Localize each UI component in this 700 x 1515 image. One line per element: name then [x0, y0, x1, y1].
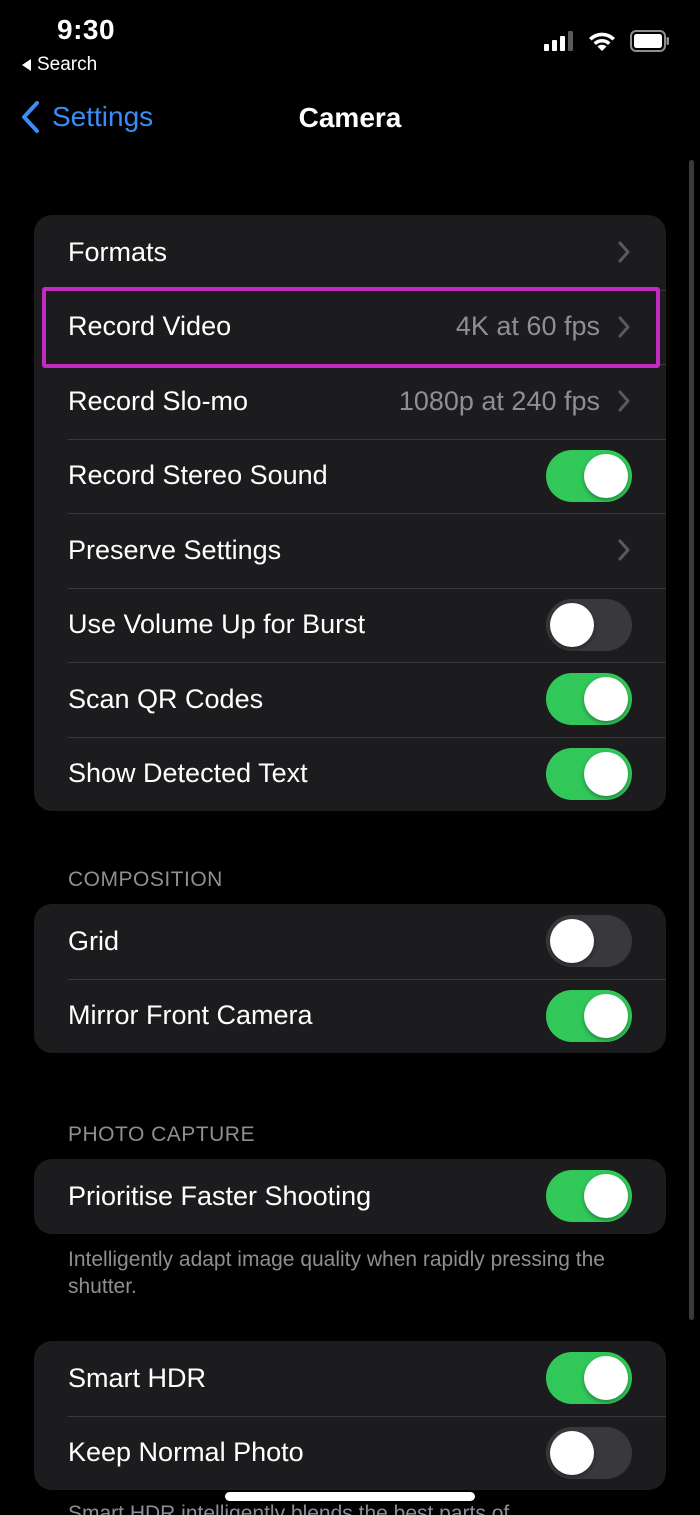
wifi-icon: [589, 32, 615, 51]
keep-normal-photo-row: Keep Normal Photo: [34, 1415, 666, 1491]
back-to-app-label: Search: [37, 54, 98, 75]
mirror-front-camera-toggle[interactable]: [546, 989, 632, 1042]
hdr-footnote: Smart HDR intelligently blends the best …: [68, 1502, 510, 1515]
formats-row[interactable]: Formats: [34, 215, 666, 290]
smart-hdr-label: Smart HDR: [68, 1362, 207, 1393]
chevron-right-icon: [618, 539, 630, 561]
toggle-knob: [584, 677, 628, 722]
record-video-row[interactable]: Record Video 4K at 60 fps: [34, 289, 666, 365]
toggle-knob: [584, 453, 628, 498]
record-slomo-label: Record Slo-mo: [68, 385, 249, 416]
toggle-knob: [584, 751, 628, 796]
record-stereo-sound-toggle[interactable]: [546, 449, 632, 502]
volume-up-burst-label: Use Volume Up for Burst: [68, 609, 366, 640]
smart-hdr-toggle[interactable]: [546, 1352, 632, 1405]
show-detected-text-toggle[interactable]: [546, 747, 632, 800]
volume-up-burst-toggle[interactable]: [546, 598, 632, 651]
keep-normal-photo-label: Keep Normal Photo: [68, 1437, 304, 1468]
chevron-right-icon: [618, 390, 630, 412]
prioritise-faster-shooting-row: Prioritise Faster Shooting: [34, 1159, 666, 1234]
toggle-knob: [584, 993, 628, 1038]
toggle-knob: [584, 1174, 628, 1219]
record-slomo-value: 1080p at 240 fps: [398, 385, 600, 416]
record-stereo-sound-label: Record Stereo Sound: [68, 460, 328, 491]
formats-label: Formats: [68, 236, 168, 267]
status-time: 9:30: [57, 14, 116, 45]
back-to-app-link[interactable]: Search: [22, 54, 97, 76]
hdr-group: Smart HDR Keep Normal Photo: [34, 1341, 666, 1490]
toggle-knob: [584, 1356, 628, 1401]
photo-capture-group: Prioritise Faster Shooting: [34, 1159, 666, 1234]
back-triangle-icon: [22, 59, 31, 71]
chevron-right-icon: [618, 316, 630, 338]
home-indicator[interactable]: [225, 1492, 475, 1501]
prioritise-faster-shooting-toggle[interactable]: [546, 1170, 632, 1223]
scroll-indicator[interactable]: [689, 160, 694, 1320]
page-title: Camera: [298, 102, 402, 133]
keep-normal-photo-toggle[interactable]: [546, 1426, 632, 1479]
show-detected-text-row: Show Detected Text: [34, 736, 666, 812]
record-slomo-row[interactable]: Record Slo-mo 1080p at 240 fps: [34, 364, 666, 439]
show-detected-text-label: Show Detected Text: [68, 758, 308, 789]
record-video-label: Record Video: [68, 311, 232, 342]
grid-toggle[interactable]: [546, 915, 632, 968]
volume-up-burst-row: Use Volume Up for Burst: [34, 587, 666, 663]
toggle-knob: [550, 1430, 594, 1475]
composition-group: Grid Mirror Front Camera: [34, 904, 666, 1053]
toggle-knob: [550, 602, 594, 647]
photo-capture-section-header: PHOTO CAPTURE: [68, 1123, 255, 1146]
preserve-settings-label: Preserve Settings: [68, 534, 282, 565]
chevron-right-icon: [618, 241, 630, 263]
scan-qr-codes-toggle[interactable]: [546, 673, 632, 726]
record-stereo-sound-row: Record Stereo Sound: [34, 438, 666, 514]
mirror-front-camera-row: Mirror Front Camera: [34, 978, 666, 1054]
mirror-front-camera-label: Mirror Front Camera: [68, 1000, 313, 1031]
cellular-signal-icon: [544, 31, 573, 51]
grid-label: Grid: [68, 925, 120, 956]
prioritise-faster-shooting-label: Prioritise Faster Shooting: [68, 1180, 372, 1211]
photo-capture-footnote: Intelligently adapt image quality when r…: [68, 1248, 605, 1298]
toggle-knob: [550, 919, 594, 964]
record-video-value: 4K at 60 fps: [455, 311, 600, 342]
composition-section-header: COMPOSITION: [68, 868, 223, 891]
preserve-settings-row[interactable]: Preserve Settings: [34, 513, 666, 588]
smart-hdr-row: Smart HDR: [34, 1341, 666, 1416]
status-icons: [544, 30, 670, 52]
scan-qr-codes-row: Scan QR Codes: [34, 662, 666, 737]
camera-main-settings-group: Formats Record Video 4K at 60 fps Record…: [34, 215, 666, 811]
battery-icon: [630, 30, 669, 52]
scan-qr-codes-label: Scan QR Codes: [68, 683, 264, 714]
grid-row: Grid: [34, 904, 666, 979]
